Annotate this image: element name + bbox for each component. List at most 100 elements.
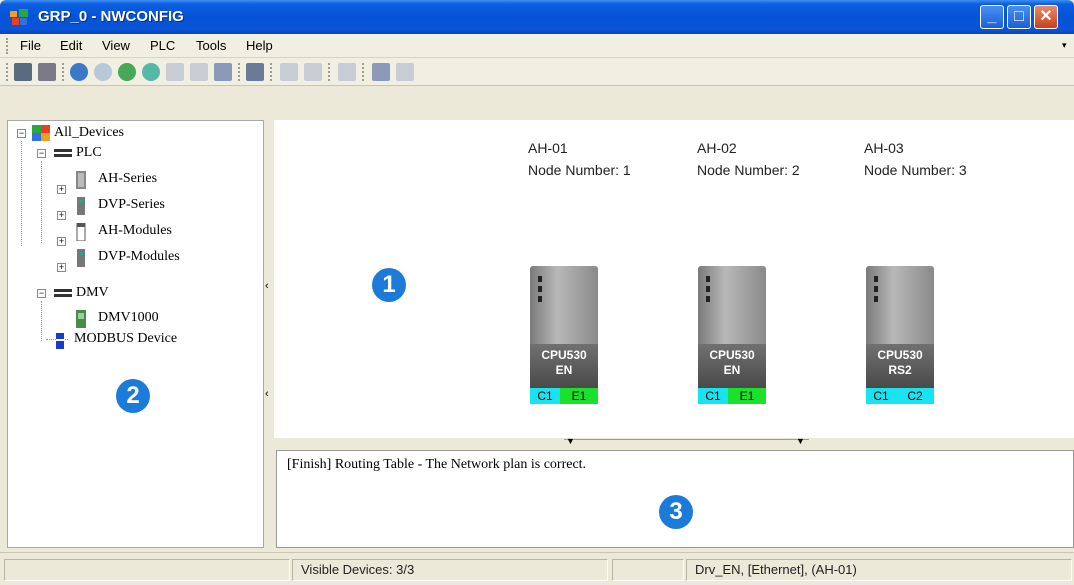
device-submodel: RS2: [888, 363, 912, 377]
collapse-left-icon[interactable]: ‹: [265, 280, 269, 292]
device-icon[interactable]: [372, 63, 390, 81]
plc-device-ah-01[interactable]: CPU530 EN C1 E1: [528, 266, 602, 404]
title-bar[interactable]: GRP_0 - NWCONFIG _ □ ✕: [0, 0, 1074, 34]
device-body: [530, 266, 598, 344]
app-icon: [10, 9, 28, 25]
close-icon: ✕: [1039, 8, 1053, 25]
device-slot: [538, 276, 542, 282]
minimize-button[interactable]: _: [980, 5, 1004, 29]
modbus-device-icon: [56, 333, 64, 349]
device-label-panel: CPU530 RS2: [866, 344, 934, 388]
device-slot: [874, 276, 878, 282]
device-slot: [706, 296, 710, 302]
align-icon[interactable]: [280, 63, 298, 81]
network-icon[interactable]: [166, 63, 184, 81]
tree-item-ah-modules[interactable]: AH-Modules: [98, 223, 172, 239]
tree-item-plc[interactable]: PLC: [76, 145, 102, 161]
tree-item-modbus-device[interactable]: MODBUS Device: [74, 331, 177, 347]
menu-file[interactable]: File: [20, 38, 41, 53]
expand-icon[interactable]: +: [57, 263, 66, 272]
device-name: AH-01: [528, 140, 568, 156]
expand-down-icon[interactable]: ▼: [566, 436, 575, 446]
tree-item-dvp-series[interactable]: DVP-Series: [98, 197, 165, 213]
menu-view[interactable]: View: [102, 38, 130, 53]
upload-icon[interactable]: [118, 63, 136, 81]
panel-splitter[interactable]: ‹ ‹: [264, 120, 274, 548]
tree-item-dmv[interactable]: DMV: [76, 285, 109, 301]
collapse-icon[interactable]: −: [37, 289, 46, 298]
device-submodel: EN: [555, 363, 573, 377]
minimize-icon: _: [987, 8, 997, 25]
ah-series-icon: [76, 171, 86, 189]
device-label-panel: CPU530 EN: [698, 344, 766, 388]
menu-help[interactable]: Help: [246, 38, 273, 53]
message-log-panel[interactable]: [Finish] Routing Table - The Network pla…: [276, 450, 1074, 548]
menu-edit[interactable]: Edit: [60, 38, 82, 53]
menu-overflow-icon[interactable]: ▾: [1062, 40, 1067, 51]
plc-device-ah-03[interactable]: CPU530 RS2 C1 C2: [864, 266, 938, 404]
port-c1[interactable]: C1: [866, 388, 896, 404]
menu-tools[interactable]: Tools: [196, 38, 226, 53]
routing-icon[interactable]: [190, 63, 208, 81]
device-model: CPU530: [541, 348, 587, 362]
zoom-icon[interactable]: [338, 63, 356, 81]
ah-modules-icon: [76, 223, 86, 241]
device-tree-panel[interactable]: − All_Devices − PLC + AH-Series + DVP-Se…: [7, 120, 264, 548]
port-c1[interactable]: C1: [530, 388, 560, 404]
port-e1[interactable]: E1: [560, 388, 598, 404]
tree-item-dmv1000[interactable]: DMV1000: [98, 310, 159, 326]
device-slot: [874, 296, 878, 302]
collapse-left-icon[interactable]: ‹: [265, 388, 269, 400]
log-splitter[interactable]: ▼ ▼: [274, 436, 1074, 450]
list-icon[interactable]: [304, 63, 322, 81]
expand-icon[interactable]: +: [57, 237, 66, 246]
device-model: CPU530: [877, 348, 923, 362]
maximize-button[interactable]: □: [1007, 5, 1031, 29]
port-e1[interactable]: E1: [728, 388, 766, 404]
print-icon[interactable]: [38, 63, 56, 81]
collapse-icon[interactable]: −: [37, 149, 46, 158]
tree-line: [41, 161, 42, 243]
tree-line: [21, 141, 22, 246]
compile-icon[interactable]: [214, 63, 232, 81]
menu-grip[interactable]: [6, 38, 9, 54]
tree-item-all-devices[interactable]: All_Devices: [54, 125, 124, 141]
device-node-number: Node Number: 1: [528, 162, 631, 178]
expand-icon[interactable]: +: [57, 211, 66, 220]
device-node-number: Node Number: 3: [864, 162, 967, 178]
device-slot: [706, 286, 710, 292]
device-slot: [874, 286, 878, 292]
port-c1[interactable]: C1: [698, 388, 728, 404]
plc-device-ah-02[interactable]: CPU530 EN C1 E1: [696, 266, 770, 404]
callout-badge-2: 2: [116, 379, 150, 413]
device-slot: [538, 286, 542, 292]
offline-icon[interactable]: [94, 63, 112, 81]
all-devices-icon: [32, 125, 50, 141]
menu-plc[interactable]: PLC: [150, 38, 175, 53]
collapse-icon[interactable]: −: [17, 129, 26, 138]
device-body: [866, 266, 934, 344]
log-message: [Finish] Routing Table - The Network pla…: [287, 457, 587, 472]
tree-item-ah-series[interactable]: AH-Series: [98, 171, 157, 187]
close-button[interactable]: ✕: [1034, 5, 1058, 29]
dvp-modules-icon: [77, 249, 85, 267]
online-icon[interactable]: [70, 63, 88, 81]
expand-down-icon[interactable]: ▼: [796, 436, 805, 446]
dmv-icon: [54, 289, 72, 297]
app-window: GRP_0 - NWCONFIG _ □ ✕ File Edit View PL…: [0, 0, 1074, 585]
log-splitter-bar: [564, 439, 809, 448]
status-bar: Visible Devices: 3/3 Drv_EN, [Ethernet],…: [0, 552, 1074, 585]
properties-icon[interactable]: [246, 63, 264, 81]
download-icon[interactable]: [142, 63, 160, 81]
expand-icon[interactable]: +: [57, 185, 66, 194]
network-canvas[interactable]: AH-01 Node Number: 1 AH-02 Node Number: …: [274, 120, 1074, 438]
save-icon[interactable]: [14, 63, 32, 81]
plc-icon: [54, 149, 72, 157]
port-c2[interactable]: C2: [896, 388, 934, 404]
window-icon[interactable]: [396, 63, 414, 81]
status-visible-devices: Visible Devices: 3/3: [292, 559, 608, 581]
toolbar-separator: [62, 63, 65, 81]
tree-item-dvp-modules[interactable]: DVP-Modules: [98, 249, 180, 265]
toolbar-grip[interactable]: [6, 63, 9, 81]
device-slot: [706, 276, 710, 282]
